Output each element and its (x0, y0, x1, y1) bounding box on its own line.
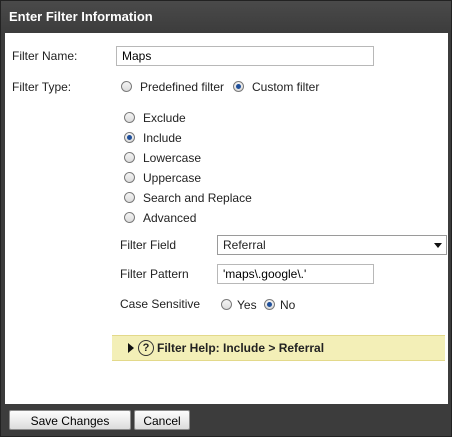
lowercase-radio[interactable] (124, 152, 135, 163)
filter-pattern-input[interactable] (217, 264, 374, 284)
filter-help-bar[interactable]: ? Filter Help: Include > Referral (112, 335, 445, 361)
filter-field-label: Filter Field (120, 238, 177, 252)
custom-filter-label[interactable]: Custom filter (252, 80, 319, 94)
filter-type-label: Filter Type: (12, 80, 72, 94)
include-label[interactable]: Include (143, 131, 182, 145)
lowercase-label[interactable]: Lowercase (143, 151, 201, 165)
case-yes-label[interactable]: Yes (237, 298, 257, 312)
question-circle-icon: ? (138, 340, 154, 356)
predefined-filter-label[interactable]: Predefined filter (140, 80, 224, 94)
dialog-footer: Save Changes Cancel (1, 405, 451, 436)
advanced-label[interactable]: Advanced (143, 211, 196, 225)
filter-name-label: Filter Name: (12, 49, 78, 63)
filter-help-label: Filter Help: Include > Referral (157, 341, 325, 355)
case-sensitive-label: Case Sensitive (120, 297, 201, 311)
predefined-filter-radio[interactable] (121, 81, 132, 92)
title-bar: Enter Filter Information (1, 1, 451, 33)
cancel-button[interactable]: Cancel (134, 410, 190, 430)
custom-filter-radio[interactable] (233, 81, 244, 92)
exclude-radio[interactable] (124, 112, 135, 123)
expand-arrow-icon (128, 343, 134, 353)
save-changes-button[interactable]: Save Changes (9, 410, 131, 430)
uppercase-radio[interactable] (124, 172, 135, 183)
exclude-label[interactable]: Exclude (143, 111, 186, 125)
search-replace-label[interactable]: Search and Replace (143, 191, 252, 205)
search-replace-radio[interactable] (124, 192, 135, 203)
case-no-label[interactable]: No (280, 298, 295, 312)
uppercase-label[interactable]: Uppercase (143, 171, 201, 185)
case-yes-radio[interactable] (221, 299, 232, 310)
advanced-radio[interactable] (124, 212, 135, 223)
filter-dialog: Enter Filter Information Filter Name: Fi… (0, 0, 452, 437)
filter-pattern-label: Filter Pattern (120, 267, 189, 281)
chevron-down-icon (434, 243, 442, 248)
filter-field-select[interactable]: Referral (217, 235, 447, 255)
filter-name-input[interactable] (116, 46, 374, 66)
case-no-radio[interactable] (264, 299, 275, 310)
filter-field-value: Referral (223, 238, 266, 252)
include-radio[interactable] (124, 132, 135, 143)
dialog-title: Enter Filter Information (9, 9, 153, 24)
